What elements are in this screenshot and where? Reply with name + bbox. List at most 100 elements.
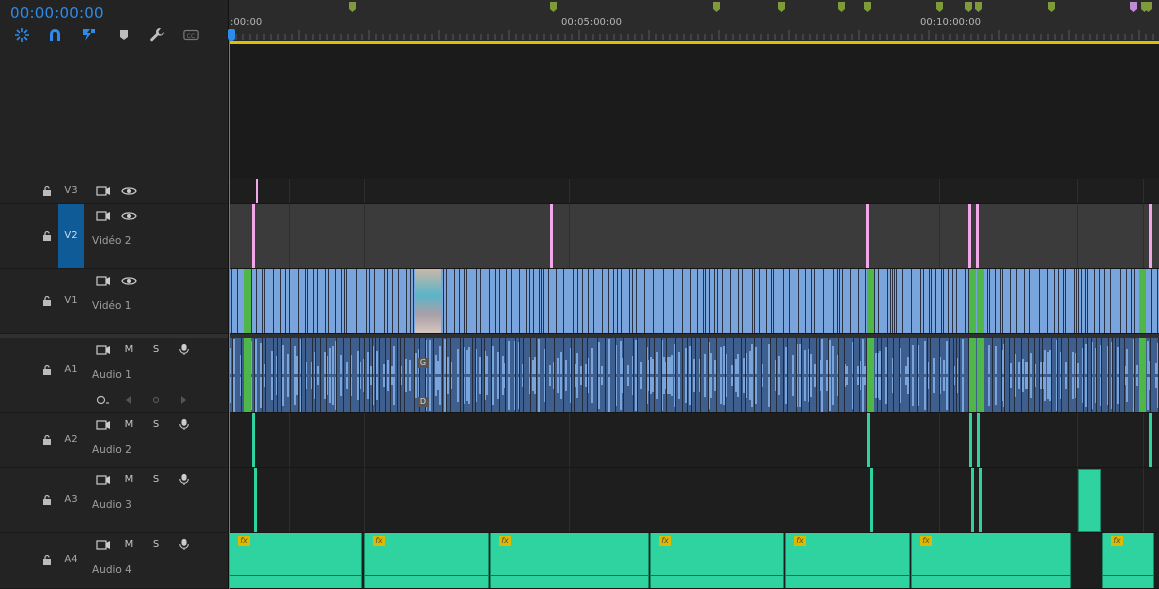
clip-edge[interactable] [298,269,299,333]
clip-edge[interactable] [725,338,726,412]
clip-edge[interactable] [646,338,647,412]
clip-edge[interactable] [1110,269,1111,333]
clip-edge[interactable] [709,269,710,333]
clip-edge[interactable] [463,338,464,412]
waveform[interactable] [591,348,593,374]
clip-edge[interactable] [695,338,696,412]
clip-edge[interactable] [705,269,706,333]
clip-edge[interactable] [931,269,932,333]
waveform[interactable] [627,365,629,374]
clip-edge[interactable] [1029,269,1030,333]
waveform[interactable] [704,354,706,374]
clip-edge[interactable] [687,338,688,412]
waveform[interactable] [508,377,510,410]
track-id[interactable]: V2 [58,204,84,268]
solo-button[interactable]: S [148,419,164,431]
waveform[interactable] [1018,377,1020,389]
waveform[interactable] [598,342,600,374]
audio-clip-fx[interactable]: fx [785,533,910,588]
clip-edge[interactable] [722,269,723,333]
track-lane-v3[interactable] [229,179,1159,204]
clip-edge[interactable] [341,269,342,333]
clip-edge[interactable] [554,338,555,412]
audio-clip-fx[interactable]: fx [1102,533,1154,588]
clip-edge[interactable] [842,269,843,333]
add-keyframe-icon[interactable] [148,394,164,406]
waveform[interactable] [1126,349,1128,374]
clip-edge[interactable] [629,269,630,333]
clip-edge[interactable] [617,269,618,333]
clip-edge[interactable] [1112,338,1113,412]
clip-edge[interactable] [805,269,806,333]
clip-edge[interactable] [697,269,698,333]
waveform[interactable] [640,377,642,389]
waveform[interactable] [1065,362,1067,374]
track-lane-a4[interactable]: fx fx fx fx fx fx fx [229,533,1159,589]
clip-edge[interactable] [771,269,772,333]
clip-edge[interactable] [1083,338,1084,412]
waveform[interactable] [608,377,610,412]
clip-edge[interactable] [262,269,263,333]
clip-edge[interactable] [965,269,966,333]
waveform[interactable] [557,358,559,374]
clip-edge[interactable] [1101,338,1102,412]
waveform[interactable] [946,341,948,374]
waveform[interactable] [405,359,407,374]
clip-edge[interactable] [231,269,232,333]
clip-edge[interactable] [350,338,351,412]
clip-edge[interactable] [663,269,664,333]
clip-edge[interactable] [773,269,774,333]
clip-edge[interactable] [356,269,357,333]
clip-edge[interactable] [952,269,953,333]
waveform[interactable] [678,377,680,399]
track-lane-a1[interactable]: GD [229,338,1159,413]
clip-edge[interactable] [1119,338,1120,412]
waveform[interactable] [538,377,540,412]
clip-edge[interactable] [273,269,274,333]
waveform[interactable] [447,357,449,374]
waveform[interactable] [549,365,551,374]
clip-edge[interactable] [989,269,990,333]
clip-edge[interactable] [745,338,746,412]
waveform[interactable] [1077,363,1079,374]
marker-pink[interactable] [252,204,255,268]
clip-edge[interactable] [708,338,709,412]
waveform[interactable] [656,377,658,399]
clip-edge[interactable] [413,269,414,333]
sync-lock-icon[interactable] [95,344,111,356]
lock-icon[interactable] [41,295,53,307]
clip-edge[interactable] [911,269,912,333]
clip-edge[interactable] [511,269,512,333]
clip-edge[interactable] [1126,269,1127,333]
waveform[interactable] [233,339,235,374]
audio-clip-fx[interactable]: fx [364,533,489,588]
clip-edge[interactable] [1115,338,1116,412]
clip-edge[interactable] [714,269,715,333]
track-id[interactable]: A2 [58,434,84,445]
clip-edge[interactable] [556,269,557,333]
clip-edge[interactable] [536,338,537,412]
clip-edge[interactable] [519,338,520,412]
clip-edge[interactable] [887,269,888,333]
waveform[interactable] [387,360,389,374]
waveform[interactable] [678,352,680,374]
clip-edge[interactable] [823,269,824,333]
waveform[interactable] [393,346,395,374]
clip-edge[interactable] [506,269,507,333]
clip-edge[interactable] [691,338,692,412]
clip-edge[interactable] [953,338,954,412]
waveform[interactable] [671,377,673,396]
clip-edge[interactable] [1042,338,1043,412]
clip-edge[interactable] [1150,338,1151,412]
clip-edge[interactable] [754,269,755,333]
sync-lock-icon[interactable] [95,539,111,551]
clip-edge[interactable] [256,269,257,333]
clip-edge[interactable] [733,338,734,412]
clip-edge[interactable] [343,338,344,412]
waveform[interactable] [792,377,794,396]
waveform[interactable] [943,377,945,391]
clip-edge[interactable] [384,269,385,333]
clip-edge[interactable] [523,338,524,412]
clip-edge[interactable] [1047,269,1048,333]
waveform[interactable] [988,377,990,406]
